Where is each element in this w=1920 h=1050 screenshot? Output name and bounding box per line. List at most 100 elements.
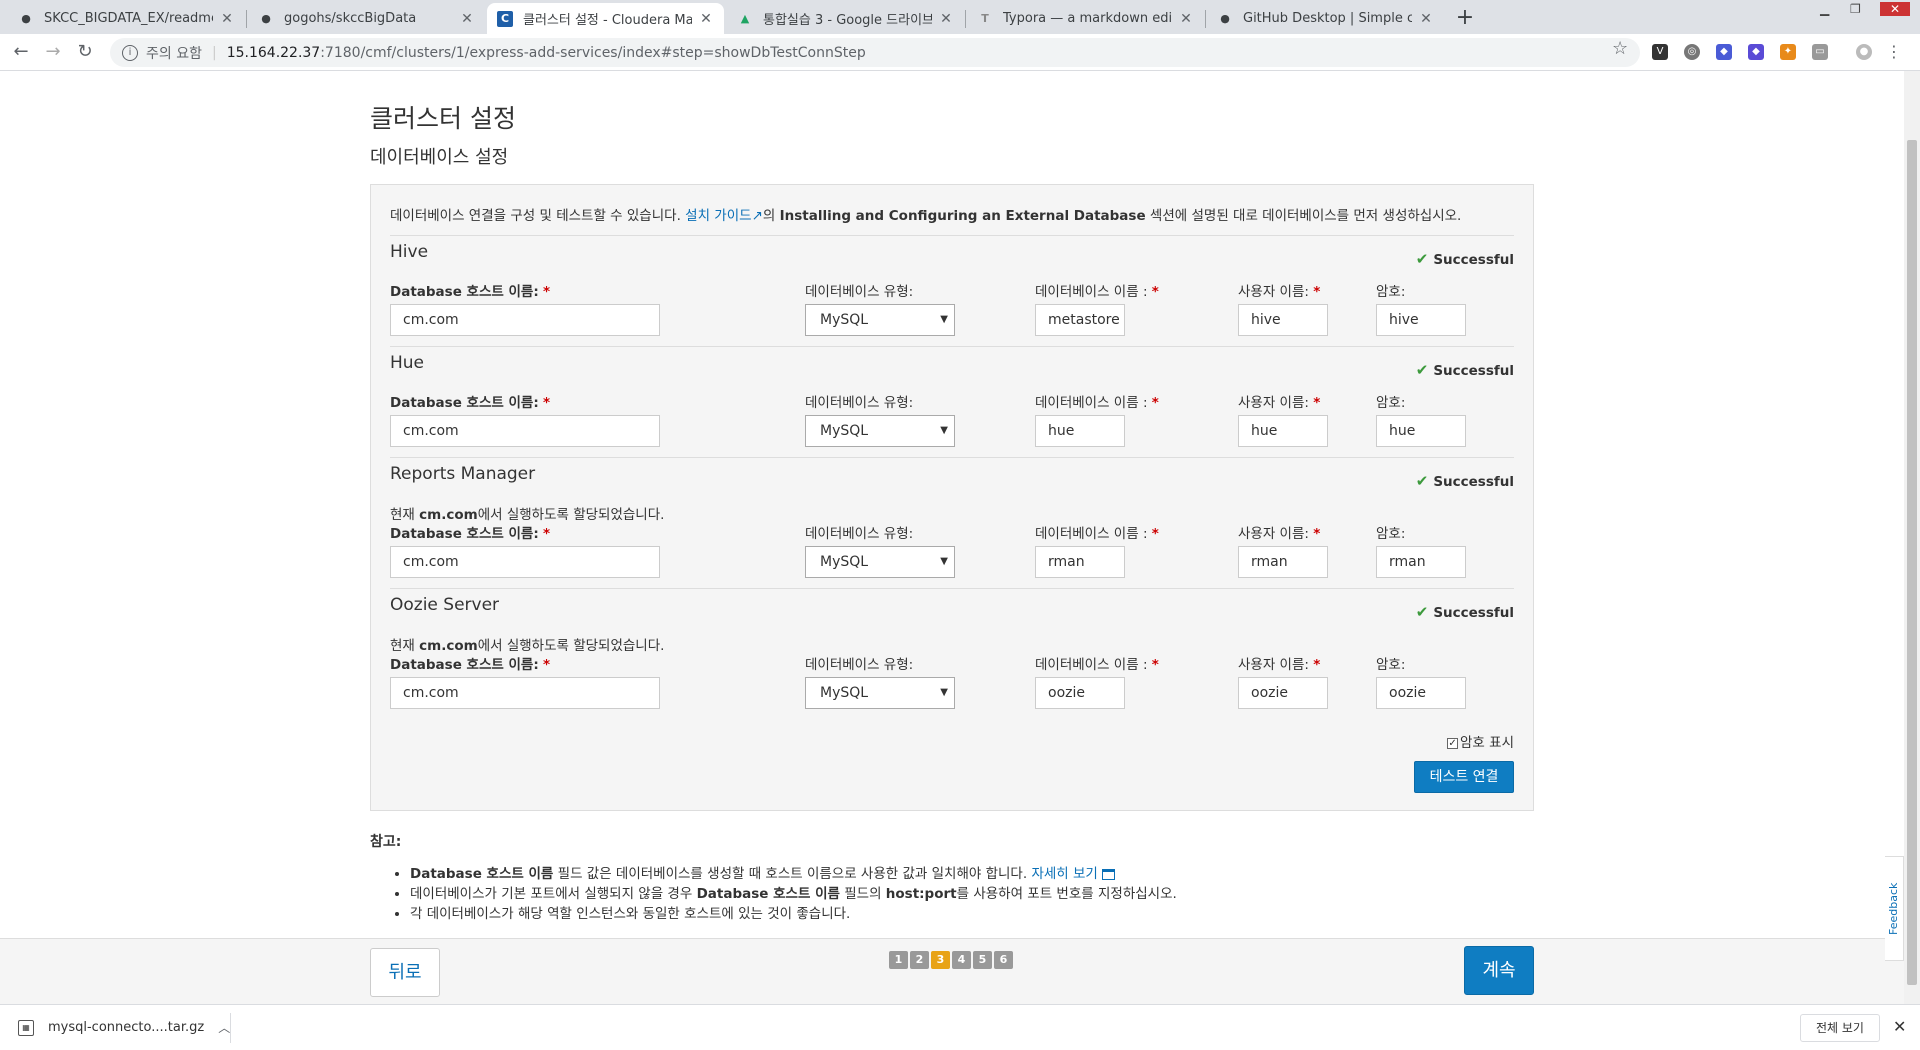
db-type-select[interactable]: MySQL ▼ <box>805 546 955 578</box>
profile-avatar-icon[interactable]: ● <box>1856 44 1872 60</box>
intro-text: 데이터베이스 연결을 구성 및 테스트할 수 있습니다. 설치 가이드↗의 In… <box>390 204 1461 224</box>
new-tab-button[interactable]: + <box>1452 6 1478 32</box>
dbname-label: 데이터베이스 이름 : * <box>1035 395 1159 411</box>
status-badge: ✔ Successful <box>1416 472 1514 490</box>
test-connection-button[interactable]: 테스트 연결 <box>1414 761 1514 793</box>
password-input[interactable]: oozie <box>1376 677 1466 709</box>
popup-window-icon[interactable] <box>1101 868 1115 880</box>
page-subtitle: 데이터베이스 설정 <box>370 147 509 168</box>
tab-title: Typora — a markdown editor, m <box>1003 11 1172 26</box>
database-settings-panel: 데이터베이스 연결을 구성 및 테스트할 수 있습니다. 설치 가이드↗의 In… <box>370 184 1534 811</box>
tab-google-drive[interactable]: ▲ 통합실습 3 - Google 드라이브 ✕ <box>727 3 964 34</box>
tab-title: 통합실습 3 - Google 드라이브 <box>763 13 932 28</box>
tab-typora[interactable]: T Typora — a markdown editor, m ✕ <box>967 3 1204 34</box>
checkbox-checked-icon[interactable]: ✓ <box>1447 737 1459 749</box>
extension-fox-icon[interactable]: ✦ <box>1780 44 1796 60</box>
tab-title: gogohs/skccBigData <box>284 11 417 26</box>
tab-github-desktop[interactable]: ● GitHub Desktop | Simple collab ✕ <box>1207 3 1444 34</box>
type-label: 데이터베이스 유형: <box>805 395 914 411</box>
step-1: 1 <box>889 951 908 969</box>
show-password-checkbox[interactable]: ✓ 암호 표시 <box>1447 731 1514 751</box>
back-arrow-icon[interactable]: ← <box>10 41 32 63</box>
password-input[interactable]: hive <box>1376 304 1466 336</box>
check-icon: ✔ <box>1415 361 1429 379</box>
host-input[interactable]: cm.com <box>390 546 660 578</box>
security-label[interactable]: 주의 요함 <box>146 43 202 63</box>
learn-more-link[interactable]: 자세히 보기 <box>1031 866 1097 882</box>
host-input[interactable]: cm.com <box>390 677 660 709</box>
user-input[interactable]: hive <box>1238 304 1328 336</box>
dbname-input[interactable]: hue <box>1035 415 1125 447</box>
chevron-up-icon[interactable]: ︿ <box>218 1019 230 1036</box>
tab-readme[interactable]: ● SKCC_BIGDATA_EX/readme.md ✕ <box>8 3 245 34</box>
service-section-hive: Hive ✔ Successful Database 호스트 이름: * cm.c… <box>390 235 1514 346</box>
db-type-select[interactable]: MySQL ▼ <box>805 415 955 447</box>
dbname-label: 데이터베이스 이름 : * <box>1035 284 1159 300</box>
download-item[interactable]: ▦ mysql-connecto....tar.gz ︿ <box>18 1019 230 1036</box>
dbname-input[interactable]: metastore <box>1035 304 1125 336</box>
password-input[interactable]: rman <box>1376 546 1466 578</box>
notes-list: Database 호스트 이름 필드 값은 데이터베이스를 생성할 때 호스트 … <box>390 862 1177 922</box>
page-content: 클러스터 설정 데이터베이스 설정 데이터베이스 연결을 구성 및 테스트할 수… <box>0 71 1904 1004</box>
db-type-select[interactable]: MySQL ▼ <box>805 677 955 709</box>
extension-v-icon[interactable]: V <box>1652 44 1668 60</box>
external-link-icon[interactable]: ↗ <box>752 208 763 224</box>
user-input[interactable]: oozie <box>1238 677 1328 709</box>
service-section-oozie: Oozie Server ✔ Successful 현재 cm.com에서 실행하… <box>390 588 1514 719</box>
chevron-down-icon: ▼ <box>940 556 948 567</box>
browser-toolbar: ← → ↻ i 주의 요함 | 15.164.22.37 :7180/cmf/c… <box>0 34 1920 71</box>
step-3: 3 <box>931 951 950 969</box>
extension-cast-icon[interactable]: ▭ <box>1812 44 1828 60</box>
install-guide-link[interactable]: 설치 가이드 <box>685 208 751 224</box>
user-label: 사용자 이름: * <box>1238 526 1321 542</box>
db-type-select[interactable]: MySQL ▼ <box>805 304 955 336</box>
type-label: 데이터베이스 유형: <box>805 526 914 542</box>
extension-circle-icon[interactable]: ◎ <box>1684 44 1700 60</box>
host-label: Database 호스트 이름: * <box>390 284 551 300</box>
browser-tab-strip: ● SKCC_BIGDATA_EX/readme.md ✕ ● gogohs/s… <box>0 0 1920 34</box>
forward-arrow-icon[interactable]: → <box>42 41 64 63</box>
host-label: Database 호스트 이름: * <box>390 395 551 411</box>
close-icon[interactable]: ✕ <box>1418 11 1434 27</box>
minimize-icon[interactable]: ▁ <box>1820 2 1829 16</box>
github-icon: ● <box>21 12 31 25</box>
close-icon[interactable]: ✕ <box>459 11 475 27</box>
tab-skccbigdata[interactable]: ● gogohs/skccBigData ✕ <box>248 3 485 34</box>
google-drive-icon: ▲ <box>740 12 750 25</box>
window-close-icon[interactable]: ✕ <box>1880 2 1910 16</box>
address-bar[interactable]: i 주의 요함 | 15.164.22.37 :7180/cmf/cluster… <box>110 38 1640 67</box>
user-label: 사용자 이름: * <box>1238 657 1321 673</box>
user-input[interactable]: hue <box>1238 415 1328 447</box>
close-icon[interactable]: ✕ <box>219 11 235 27</box>
host-input[interactable]: cm.com <box>390 415 660 447</box>
password-input[interactable]: hue <box>1376 415 1466 447</box>
status-text: Successful <box>1433 474 1514 490</box>
tab-separator <box>965 10 966 28</box>
close-icon[interactable]: ✕ <box>1893 1017 1906 1036</box>
check-icon: ✔ <box>1415 250 1429 268</box>
show-all-button[interactable]: 전체 보기 <box>1800 1014 1880 1042</box>
continue-button[interactable]: 계속 <box>1464 946 1534 995</box>
status-badge: ✔ Successful <box>1416 603 1514 621</box>
restore-icon[interactable]: ❐ <box>1850 2 1861 16</box>
dbname-input[interactable]: rman <box>1035 546 1125 578</box>
extension-shield-icon[interactable]: ◆ <box>1716 44 1732 60</box>
step-6: 6 <box>994 951 1013 969</box>
feedback-tab[interactable]: Feedback <box>1885 856 1904 961</box>
intro-bold: Installing and Configuring an External D… <box>779 208 1146 224</box>
back-button[interactable]: 뒤로 <box>370 948 440 997</box>
tab-cloudera[interactable]: C 클러스터 설정 - Cloudera Mana ✕ <box>487 3 724 34</box>
close-icon[interactable]: ✕ <box>938 11 954 27</box>
scrollbar-thumb[interactable] <box>1907 140 1917 985</box>
extension-hex-icon[interactable]: ◆ <box>1748 44 1764 60</box>
dbname-input[interactable]: oozie <box>1035 677 1125 709</box>
user-input[interactable]: rman <box>1238 546 1328 578</box>
close-icon[interactable]: ✕ <box>698 11 714 27</box>
reload-icon[interactable]: ↻ <box>74 41 96 63</box>
menu-kebab-icon[interactable]: ⋮ <box>1886 44 1902 60</box>
info-icon[interactable]: i <box>122 44 138 61</box>
bookmark-star-icon[interactable]: ☆ <box>1612 38 1628 59</box>
close-icon[interactable]: ✕ <box>1178 11 1194 27</box>
host-label: Database 호스트 이름: * <box>390 657 551 673</box>
host-input[interactable]: cm.com <box>390 304 660 336</box>
